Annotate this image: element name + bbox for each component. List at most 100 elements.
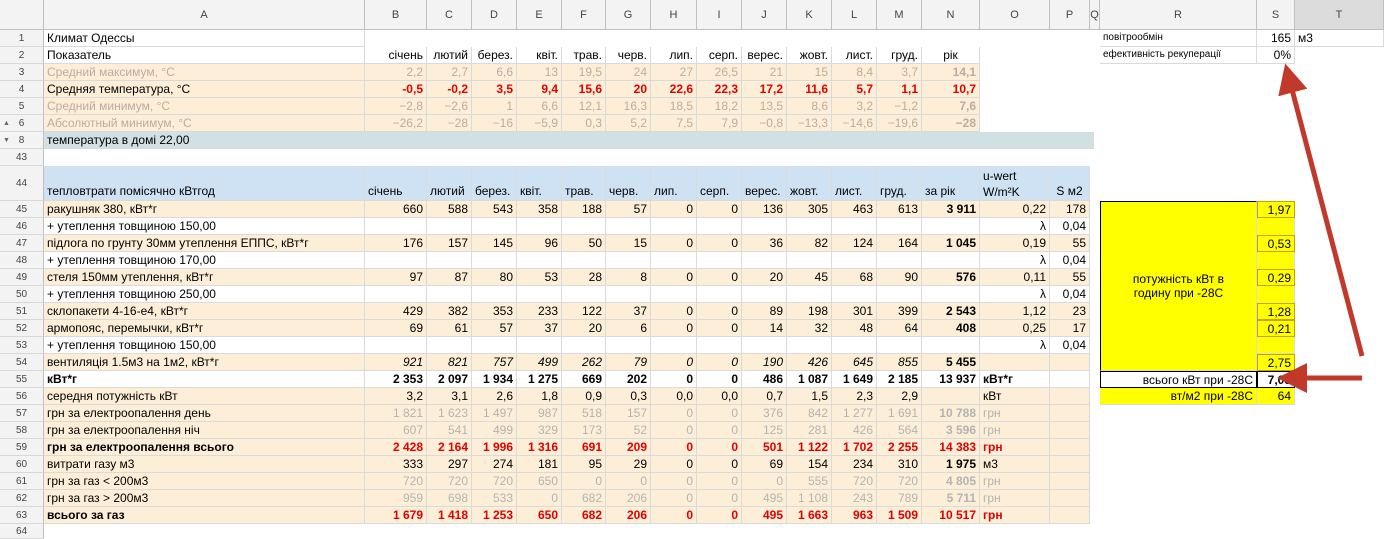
- value-cell[interactable]: 96: [517, 235, 562, 252]
- value-cell[interactable]: 198: [787, 303, 832, 320]
- value-cell[interactable]: 1 418: [427, 507, 472, 524]
- value-cell[interactable]: 57: [472, 320, 517, 337]
- value-cell[interactable]: [427, 337, 472, 354]
- climate-year-value[interactable]: 10,7: [922, 81, 980, 98]
- value-cell[interactable]: 0: [606, 473, 651, 490]
- value-cell[interactable]: [787, 252, 832, 269]
- value-cell[interactable]: 358: [517, 201, 562, 218]
- value-cell[interactable]: [365, 218, 427, 235]
- value-cell[interactable]: 95: [562, 456, 606, 473]
- row-number[interactable]: 45: [0, 201, 44, 218]
- value-cell[interactable]: 87: [427, 269, 472, 286]
- column-header-m[interactable]: M: [877, 0, 922, 30]
- value-cell[interactable]: 1 663: [787, 507, 832, 524]
- area-cell[interactable]: [1050, 439, 1090, 456]
- row-number[interactable]: 52: [0, 320, 44, 337]
- column-header-o[interactable]: O: [980, 0, 1050, 30]
- value-cell[interactable]: 555: [787, 473, 832, 490]
- value-cell[interactable]: 0: [651, 473, 697, 490]
- value-cell[interactable]: 301: [832, 303, 877, 320]
- table-month-header[interactable]: лютий: [427, 166, 472, 201]
- value-cell[interactable]: 588: [427, 201, 472, 218]
- climate-value[interactable]: 13,5: [742, 98, 787, 115]
- value-cell[interactable]: 0: [742, 473, 787, 490]
- value-cell[interactable]: 921: [365, 354, 427, 371]
- value-cell[interactable]: 0,7: [742, 388, 787, 405]
- u-wert-cell[interactable]: грн: [980, 507, 1050, 524]
- area-cell[interactable]: 55: [1050, 269, 1090, 286]
- column-header-d[interactable]: D: [472, 0, 517, 30]
- value-cell[interactable]: 125: [742, 422, 787, 439]
- value-cell[interactable]: 37: [606, 303, 651, 320]
- value-cell[interactable]: 1 316: [517, 439, 562, 456]
- annual-total-cell[interactable]: 13 937: [922, 371, 980, 388]
- value-cell[interactable]: 89: [742, 303, 787, 320]
- column-header-p[interactable]: P: [1050, 0, 1090, 30]
- value-cell[interactable]: 1 623: [427, 405, 472, 422]
- climate-year-value[interactable]: 14,1: [922, 64, 980, 81]
- value-cell[interactable]: [877, 337, 922, 354]
- value-cell[interactable]: 2,9: [877, 388, 922, 405]
- group-expand-icon[interactable]: ▼: [3, 132, 10, 149]
- climate-value[interactable]: 16,3: [606, 98, 651, 115]
- value-cell[interactable]: 959: [365, 490, 427, 507]
- climate-value[interactable]: −1,2: [877, 98, 922, 115]
- value-cell[interactable]: 543: [472, 201, 517, 218]
- month-header[interactable]: черв.: [606, 47, 651, 64]
- value-cell[interactable]: 855: [877, 354, 922, 371]
- climate-value[interactable]: 26,5: [697, 64, 742, 81]
- month-header[interactable]: січень: [365, 47, 427, 64]
- annual-total-cell[interactable]: 2 543: [922, 303, 980, 320]
- u-wert-cell[interactable]: грн: [980, 473, 1050, 490]
- value-cell[interactable]: [742, 337, 787, 354]
- climate-value[interactable]: −2,6: [427, 98, 472, 115]
- value-cell[interactable]: 68: [832, 269, 877, 286]
- value-cell[interactable]: 501: [742, 439, 787, 456]
- value-cell[interactable]: 234: [832, 456, 877, 473]
- climate-value[interactable]: 18,2: [697, 98, 742, 115]
- indoor-temp-row[interactable]: температура в домі 22,00: [44, 132, 1094, 149]
- table-month-header[interactable]: груд.: [877, 166, 922, 201]
- value-cell[interactable]: 0: [517, 490, 562, 507]
- climate-value[interactable]: 8,6: [787, 98, 832, 115]
- value-cell[interactable]: 0: [651, 422, 697, 439]
- value-cell[interactable]: 69: [365, 320, 427, 337]
- value-cell[interactable]: [877, 286, 922, 303]
- value-cell[interactable]: [562, 218, 606, 235]
- value-cell[interactable]: 61: [427, 320, 472, 337]
- area-header[interactable]: S м2: [1050, 166, 1090, 201]
- table-month-header[interactable]: лип.: [651, 166, 697, 201]
- area-cell[interactable]: 0,04: [1050, 218, 1090, 235]
- climate-value[interactable]: 6,6: [472, 64, 517, 81]
- title-cell[interactable]: Климат Одессы: [44, 30, 365, 47]
- value-cell[interactable]: 682: [562, 490, 606, 507]
- value-cell[interactable]: 1 275: [517, 371, 562, 388]
- u-wert-cell[interactable]: λ: [980, 218, 1050, 235]
- value-cell[interactable]: 541: [427, 422, 472, 439]
- row-label[interactable]: + утеплення товщиною 150,00: [44, 218, 365, 235]
- value-cell[interactable]: 20: [562, 320, 606, 337]
- value-cell[interactable]: 50: [562, 235, 606, 252]
- row-number[interactable]: 63: [0, 507, 44, 524]
- row-label[interactable]: + утеплення товщиною 150,00: [44, 337, 365, 354]
- table-month-header[interactable]: черв.: [606, 166, 651, 201]
- air-exchange-label[interactable]: повітрообмін: [1100, 30, 1257, 47]
- value-cell[interactable]: 0: [651, 354, 697, 371]
- value-cell[interactable]: 0,0: [651, 388, 697, 405]
- u-wert-cell[interactable]: кВт: [980, 388, 1050, 405]
- value-cell[interactable]: 243: [832, 490, 877, 507]
- climate-value[interactable]: 15: [787, 64, 832, 81]
- value-cell[interactable]: 164: [877, 235, 922, 252]
- value-cell[interactable]: 281: [787, 422, 832, 439]
- value-cell[interactable]: 122: [562, 303, 606, 320]
- value-cell[interactable]: 206: [606, 490, 651, 507]
- value-cell[interactable]: 0: [651, 507, 697, 524]
- area-cell[interactable]: 55: [1050, 235, 1090, 252]
- value-cell[interactable]: 426: [832, 422, 877, 439]
- table-month-header[interactable]: квіт.: [517, 166, 562, 201]
- row-label[interactable]: склопакети 4-16-е4, кВт*г: [44, 303, 365, 320]
- value-cell[interactable]: 329: [517, 422, 562, 439]
- value-cell[interactable]: 2 428: [365, 439, 427, 456]
- value-cell[interactable]: 1 509: [877, 507, 922, 524]
- value-cell[interactable]: 757: [472, 354, 517, 371]
